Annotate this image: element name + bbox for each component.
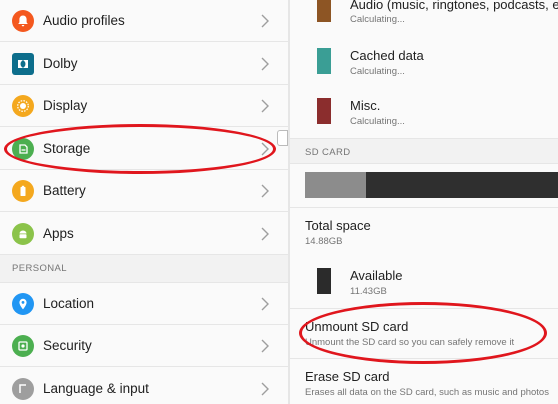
settings-item-label: Battery — [43, 183, 86, 198]
storage-category-misc[interactable]: Misc. Calculating... — [290, 86, 558, 136]
chevron-right-icon — [261, 57, 269, 70]
category-title: Audio (music, ringtones, podcasts, etc.) — [350, 0, 558, 12]
usage-bar-free — [366, 172, 558, 198]
location-icon — [12, 292, 34, 315]
brightness-icon — [12, 94, 34, 117]
total-space-value: 14.88GB — [305, 236, 343, 247]
security-icon — [12, 334, 34, 357]
category-status: Calculating... — [350, 66, 405, 77]
chevron-right-icon — [261, 382, 269, 395]
unmount-description: Unmount the SD card so you can safely re… — [305, 337, 515, 348]
language-icon — [12, 377, 34, 400]
settings-item-location[interactable]: Location — [0, 283, 288, 325]
total-space-title: Total space — [305, 218, 371, 233]
chevron-right-icon — [261, 14, 269, 27]
settings-list: Audio profiles Dolby Display Storage Bat… — [0, 0, 288, 404]
settings-item-apps[interactable]: Apps — [0, 213, 288, 255]
available-value: 11.43GB — [350, 286, 387, 297]
usage-bar-used — [305, 172, 366, 198]
panel-edge-handle[interactable] — [277, 130, 288, 146]
erase-sd-card-button[interactable]: Erase SD card Erases all data on the SD … — [290, 359, 558, 404]
storage-category-audio[interactable]: Audio (music, ringtones, podcasts, etc.)… — [290, 0, 558, 36]
section-header-label: SD CARD — [305, 147, 351, 158]
battery-icon — [12, 179, 34, 202]
section-header-sd-card: SD CARD — [290, 138, 558, 164]
storage-category-cached-data[interactable]: Cached data Calculating... — [290, 36, 558, 86]
settings-item-label: Audio profiles — [43, 13, 125, 28]
settings-item-battery[interactable]: Battery — [0, 170, 288, 212]
category-title: Misc. — [350, 98, 381, 113]
settings-item-label: Language & input — [43, 381, 149, 396]
unmount-title: Unmount SD card — [305, 319, 409, 334]
erase-title: Erase SD card — [305, 369, 390, 384]
storage-usage-bar — [290, 172, 558, 198]
settings-item-label: Dolby — [43, 56, 78, 71]
chevron-right-icon — [261, 227, 269, 240]
settings-item-label: Location — [43, 296, 95, 311]
unmount-sd-card-button[interactable]: Unmount SD card Unmount the SD card so y… — [290, 309, 558, 357]
storage-detail: Audio (music, ringtones, podcasts, etc.)… — [290, 0, 558, 404]
dolby-icon — [12, 52, 34, 75]
chevron-right-icon — [261, 99, 269, 112]
available-row: Available 11.43GB — [290, 256, 558, 306]
bell-icon — [12, 9, 34, 32]
category-status: Calculating... — [350, 116, 405, 127]
settings-item-language-input[interactable]: Language & input — [0, 368, 288, 404]
settings-item-label: Storage — [43, 141, 91, 156]
chevron-right-icon — [261, 339, 269, 352]
chevron-right-icon — [261, 184, 269, 197]
total-space-row: Total space 14.88GB — [290, 208, 558, 256]
category-color-swatch — [317, 98, 331, 124]
settings-item-security[interactable]: Security — [0, 325, 288, 367]
settings-item-audio-profiles[interactable]: Audio profiles — [0, 0, 288, 42]
erase-description: Erases all data on the SD card, such as … — [305, 387, 549, 398]
category-title: Cached data — [350, 48, 424, 63]
section-header-personal: PERSONAL — [0, 255, 288, 283]
category-color-swatch — [317, 0, 331, 22]
settings-item-label: Apps — [43, 226, 74, 241]
settings-item-label: Security — [43, 338, 92, 353]
android-icon — [12, 222, 34, 245]
settings-item-dolby[interactable]: Dolby — [0, 43, 288, 85]
chevron-right-icon — [261, 297, 269, 310]
category-status: Calculating... — [350, 14, 405, 25]
available-color-swatch — [317, 268, 331, 294]
settings-item-label: Display — [43, 98, 88, 113]
available-title: Available — [350, 268, 403, 283]
settings-item-storage[interactable]: Storage — [0, 128, 288, 170]
settings-item-display[interactable]: Display — [0, 85, 288, 127]
category-color-swatch — [317, 48, 331, 74]
chevron-right-icon — [261, 142, 269, 155]
sd-card-icon — [12, 137, 34, 160]
